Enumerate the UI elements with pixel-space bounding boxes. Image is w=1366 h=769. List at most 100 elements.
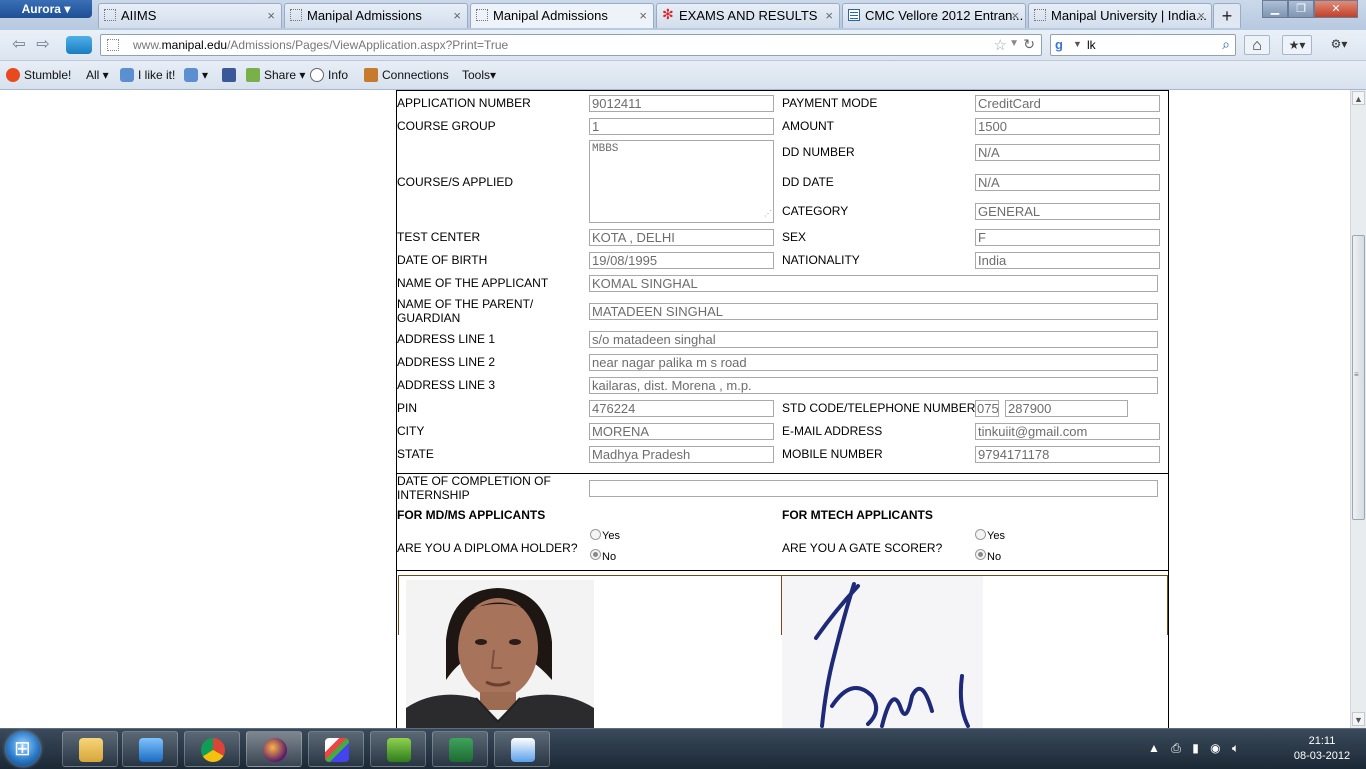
close-window-button[interactable]: ✕ [1314,0,1358,18]
label-pin: PIN [397,401,418,415]
label-address-line-3: ADDRESS LINE 3 [397,378,496,392]
maximize-button[interactable]: ❐ [1288,0,1314,18]
mobile-field[interactable]: 9794171178 [975,446,1160,463]
parent-name-field[interactable]: MATADEEN SINGHAL [589,303,1158,320]
label-email: E-MAIL ADDRESS [782,424,883,438]
tab-aiims[interactable]: AIIMS × [98,3,282,28]
label-internship-line2: INTERNSHIP [397,488,470,502]
taskbar-chrome[interactable] [184,731,240,767]
email-field[interactable]: tinkuiit@gmail.com [975,423,1160,440]
state-field[interactable]: Madhya Pradesh [589,446,774,463]
close-tab-icon[interactable]: × [267,4,275,27]
bookmarks-button[interactable]: ★▾ [1282,35,1312,55]
reload-icon[interactable]: ↻ [1023,36,1035,53]
search-icon[interactable]: ⌕ [1222,36,1230,53]
network-icon[interactable]: ◉ [1210,741,1220,755]
scroll-up-arrow-icon[interactable]: ▲ [1352,91,1365,105]
tab-manipal-university[interactable]: Manipal University | India... × [1028,3,1212,28]
tab-exams-and-results[interactable]: ✻ EXAMS AND RESULTS × [656,3,840,28]
amount-field[interactable]: 1500 [975,118,1160,135]
diploma-yes-radio[interactable] [590,529,601,540]
forward-button[interactable]: ⇨ [32,34,54,56]
url-bar[interactable]: www.manipal.edu/Admissions/Pages/ViewApp… [100,34,1042,56]
sex-field[interactable]: F [975,229,1160,246]
start-button[interactable] [6,732,40,766]
tools-dropdown[interactable]: Tools▾ [462,68,496,82]
pin-field[interactable]: 476224 [589,400,774,417]
payment-mode-field[interactable]: CreditCard [975,95,1160,112]
city-field[interactable]: MORENA [589,423,774,440]
taskbar-explorer[interactable] [62,731,118,767]
close-tab-icon[interactable]: × [1197,4,1205,27]
tab-manipal-admissions-2[interactable]: Manipal Admissions × [470,3,654,28]
all-dropdown[interactable]: All ▾ [86,68,109,82]
folder-icon [79,738,103,762]
tab-manipal-admissions-1[interactable]: Manipal Admissions × [284,3,468,28]
application-number-field[interactable]: 9012411 [589,95,774,112]
courses-applied-textarea[interactable]: MBBS ⋰ [589,140,774,223]
google-engine-icon[interactable]: g [1055,37,1063,52]
tab-cmc-vellore[interactable]: CMC Vellore 2012 Entran... × [842,3,1026,28]
bookmark-star-icon[interactable]: ☆ [994,36,1007,54]
vertical-scrollbar[interactable]: ▲ ≡ ▼ [1350,90,1366,728]
minimize-button[interactable]: ▁ [1262,0,1288,18]
home-button[interactable]: ⌂ [1244,35,1270,55]
thumbs-down-button[interactable]: ▾ [184,68,208,82]
printer-icon[interactable]: ⎙ [1171,741,1181,755]
applicant-signature [782,576,983,728]
search-input[interactable]: lk [1087,38,1096,52]
new-tab-button[interactable]: + [1213,3,1241,28]
taskbar-chart-app[interactable] [494,731,550,767]
taskbar-games[interactable] [370,731,426,767]
scroll-down-arrow-icon[interactable]: ▼ [1352,712,1365,726]
date-of-birth-field[interactable]: 19/08/1995 [589,252,774,269]
volume-icon[interactable]: 🔈︎ [1232,741,1239,755]
taskbar-paint[interactable] [308,731,364,767]
applicant-name-field[interactable]: KOMAL SINGHAL [589,275,1158,292]
search-bar[interactable]: g ▼ lk ⌕ [1050,34,1236,56]
nationality-field[interactable]: India [975,252,1160,269]
test-center-field[interactable]: KOTA , DELHI [589,229,774,246]
show-hidden-icons[interactable]: ▲ [1148,741,1160,755]
url-history-dropdown-icon[interactable]: ▼ [1009,38,1019,49]
category-field[interactable]: GENERAL [975,203,1160,220]
facebook-button[interactable] [222,68,240,82]
course-group-field[interactable]: 1 [589,118,774,135]
gate-yes-radio[interactable] [975,529,986,540]
internship-date-field[interactable] [589,480,1158,497]
taskbar-aurora[interactable] [246,731,302,767]
connections-button[interactable]: Connections [364,68,449,82]
share-dropdown[interactable]: Share ▾ [246,68,305,82]
battery-icon[interactable]: ▮ [1192,741,1199,755]
app-menu-button[interactable]: Aurora ▾ [0,0,92,18]
close-tab-icon[interactable]: × [639,4,647,27]
panorama-icon[interactable] [66,36,92,54]
i-like-it-button[interactable]: I like it! [120,68,175,82]
gate-no-radio[interactable] [975,549,986,560]
share-icon [246,68,260,82]
info-button[interactable]: Info [310,68,348,82]
taskbar-media-player[interactable] [122,731,178,767]
address-line-1-field[interactable]: s/o matadeen singhal [589,331,1158,348]
address-line-2-field[interactable]: near nagar palika m s road [589,354,1158,371]
system-clock[interactable]: 21:11 08-03-2012 [1290,734,1354,764]
address-line-3-field[interactable]: kailaras, dist. Morena , m.p. [589,377,1158,394]
addons-menu-button[interactable]: ⚙▾ [1322,35,1356,55]
chevron-down-icon[interactable]: ▼ [1073,39,1082,49]
site-identity-icon[interactable] [107,39,119,51]
dd-number-field[interactable]: N/A [975,144,1160,161]
dd-date-field[interactable]: N/A [975,174,1160,191]
label-address-line-1: ADDRESS LINE 1 [397,332,496,346]
diploma-no-radio[interactable] [590,549,601,560]
close-tab-icon[interactable]: × [453,4,461,27]
gate-no-label: No [987,551,1002,563]
telephone-field[interactable]: 287900 [1005,400,1128,417]
std-code-field[interactable]: 075 [975,400,999,417]
label-sex: SEX [782,230,807,244]
close-tab-icon[interactable]: × [1011,4,1019,27]
stumble-button[interactable]: Stumble! [6,68,71,82]
close-tab-icon[interactable]: × [825,4,833,27]
resize-grip-icon[interactable]: ⋰ [764,209,772,221]
taskbar-excel[interactable] [432,731,488,767]
back-button[interactable]: ⇦ [8,34,30,56]
